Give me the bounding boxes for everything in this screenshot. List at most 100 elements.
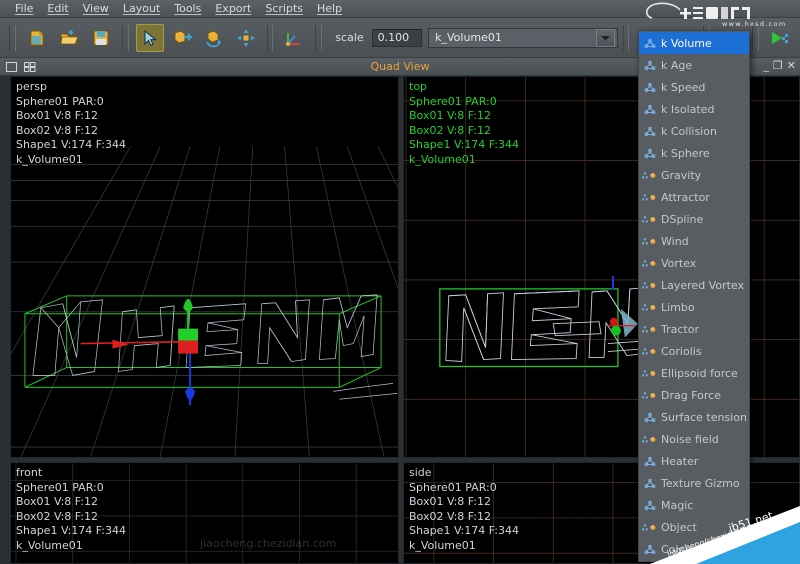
dropdown-item-label: k Collision [661, 124, 717, 138]
dropdown-item-limbo[interactable]: Limbo [639, 296, 749, 318]
dropdown-item-label: Attractor [661, 190, 710, 204]
dropdown-item-label: Ellipsoid force [661, 366, 738, 380]
toolbar-separator [315, 24, 323, 51]
dropdown-item-tractor[interactable]: Tractor [639, 318, 749, 340]
force-icon [642, 190, 658, 204]
dropdown-item-layered-vortex[interactable]: Layered Vortex [639, 274, 749, 296]
node-icon [642, 454, 658, 468]
dropdown-item-label: Vortex [661, 256, 697, 270]
dropdown-item-drag-force[interactable]: Drag Force [639, 384, 749, 406]
move-tool-icon[interactable] [168, 24, 196, 52]
save-scene-icon[interactable] [87, 24, 115, 52]
dropdown-item-object[interactable]: Object [639, 516, 749, 538]
toolbar-transform-group [134, 22, 262, 54]
toolbar-file-group [21, 22, 117, 54]
dropdown-item-label: Wind [661, 234, 689, 248]
dropdown-item-k-age[interactable]: k Age [639, 54, 749, 76]
dropdown-item-k-sphere[interactable]: k Sphere [639, 142, 749, 164]
viewport-persp[interactable]: persp Sphere01 PAR:0 Box01 V:8 F:12 Box0… [10, 76, 399, 458]
toolbar-separator [266, 24, 274, 51]
minimize-button[interactable]: _ [763, 60, 769, 72]
force-icon [642, 344, 658, 358]
menu-item-edit[interactable]: Edit [40, 1, 75, 16]
dropdown-item-ellipsoid-force[interactable]: Ellipsoid force [639, 362, 749, 384]
menu-item-tools[interactable]: Tools [167, 1, 208, 16]
dropdown-item-gravity[interactable]: Gravity [639, 164, 749, 186]
force-icon [642, 432, 658, 446]
dropdown-item-attractor[interactable]: Attractor [639, 186, 749, 208]
dropdown-item-label: k Isolated [661, 102, 715, 116]
object-selector-combo[interactable]: k_Volume01 [428, 27, 618, 48]
dropdown-item-vortex[interactable]: Vortex [639, 252, 749, 274]
new-scene-icon[interactable] [23, 24, 51, 52]
maximize-button[interactable]: ❐ [773, 60, 783, 72]
dropdown-item-label: k Volume [661, 36, 712, 50]
force-icon [642, 322, 658, 336]
dropdown-item-coriolis[interactable]: Coriolis [639, 340, 749, 362]
menu-item-view[interactable]: View [76, 1, 116, 16]
force-icon [642, 234, 658, 248]
chevron-down-icon[interactable] [595, 28, 615, 47]
menu-item-help[interactable]: Help [310, 1, 349, 16]
dropdown-item-label: Coriolis [661, 344, 702, 358]
menu-item-scripts[interactable]: Scripts [258, 1, 310, 16]
dropdown-item-magic[interactable]: Magic [639, 494, 749, 516]
dropdown-item-label: Object [661, 520, 697, 534]
dropdown-item-surface-tension[interactable]: Surface tension [639, 406, 749, 428]
window-controls: _ ❐ ✕ [763, 60, 796, 72]
dropdown-item-k-isolated[interactable]: k Isolated [639, 98, 749, 120]
dropdown-item-label: DSpline [661, 212, 704, 226]
dropdown-item-wind[interactable]: Wind [639, 230, 749, 252]
scale-label: scale [335, 31, 364, 44]
toolbar-separator [121, 24, 129, 51]
dropdown-item-label: k Age [661, 58, 693, 72]
dropdown-item-label: Gravity [661, 168, 702, 182]
node-icon [642, 102, 658, 116]
scale-tool-icon[interactable] [232, 24, 260, 52]
persp-geometry [24, 294, 398, 406]
play-simulation-icon[interactable] [766, 24, 794, 52]
scale-input[interactable]: 0.100 [371, 28, 423, 47]
open-scene-icon[interactable] [55, 24, 83, 52]
close-button[interactable]: ✕ [787, 60, 796, 72]
dropdown-item-label: Magic [661, 498, 694, 512]
node-icon [642, 542, 658, 556]
dropdown-item-color[interactable]: Color [639, 538, 749, 560]
toolbar-axis-group [278, 22, 310, 54]
force-icon [642, 212, 658, 226]
dropdown-item-heater[interactable]: Heater [639, 450, 749, 472]
force-icon [642, 278, 658, 292]
menu-item-layout[interactable]: Layout [116, 1, 167, 16]
dropdown-item-label: k Sphere [661, 146, 710, 160]
menu-item-file[interactable]: File [8, 1, 40, 16]
dropdown-item-dspline[interactable]: DSpline [639, 208, 749, 230]
rotate-tool-icon[interactable] [200, 24, 228, 52]
node-icon [642, 476, 658, 490]
node-icon [642, 58, 658, 72]
force-icon [642, 520, 658, 534]
node-icon [642, 146, 658, 160]
dropdown-item-texture-gizmo[interactable]: Texture Gizmo [639, 472, 749, 494]
toolbar-play-group [764, 22, 796, 54]
dropdown-item-noise-field[interactable]: Noise field [639, 428, 749, 450]
dropdown-item-k-volume[interactable]: k Volume [639, 32, 749, 54]
dropdown-item-k-speed[interactable]: k Speed [639, 76, 749, 98]
dropdown-item-label: Surface tension [661, 410, 747, 424]
dropdown-item-label: Tractor [661, 322, 699, 336]
dropdown-item-label: Texture Gizmo [661, 476, 740, 490]
axis-tool-icon[interactable] [280, 24, 308, 52]
menu-bar: File Edit View Layout Tools Export Scrip… [0, 0, 800, 18]
force-icon [642, 168, 658, 182]
select-tool-icon[interactable] [135, 23, 164, 52]
dropdown-item-label: Noise field [661, 432, 719, 446]
menu-item-export[interactable]: Export [208, 1, 258, 16]
node-type-dropdown-menu[interactable]: k Volume k Age k Speed k Isolated k Collisio… [638, 30, 750, 562]
node-icon [642, 124, 658, 138]
force-icon [642, 388, 658, 402]
dropdown-item-k-collision[interactable]: k Collision [639, 120, 749, 142]
node-icon [642, 410, 658, 424]
dropdown-item-label: Color [661, 542, 690, 556]
node-icon [642, 36, 658, 50]
viewport-front[interactable]: front Sphere01 PAR:0 Box01 V:8 F:12 Box0… [10, 462, 399, 564]
dropdown-item-label: Drag Force [661, 388, 721, 402]
